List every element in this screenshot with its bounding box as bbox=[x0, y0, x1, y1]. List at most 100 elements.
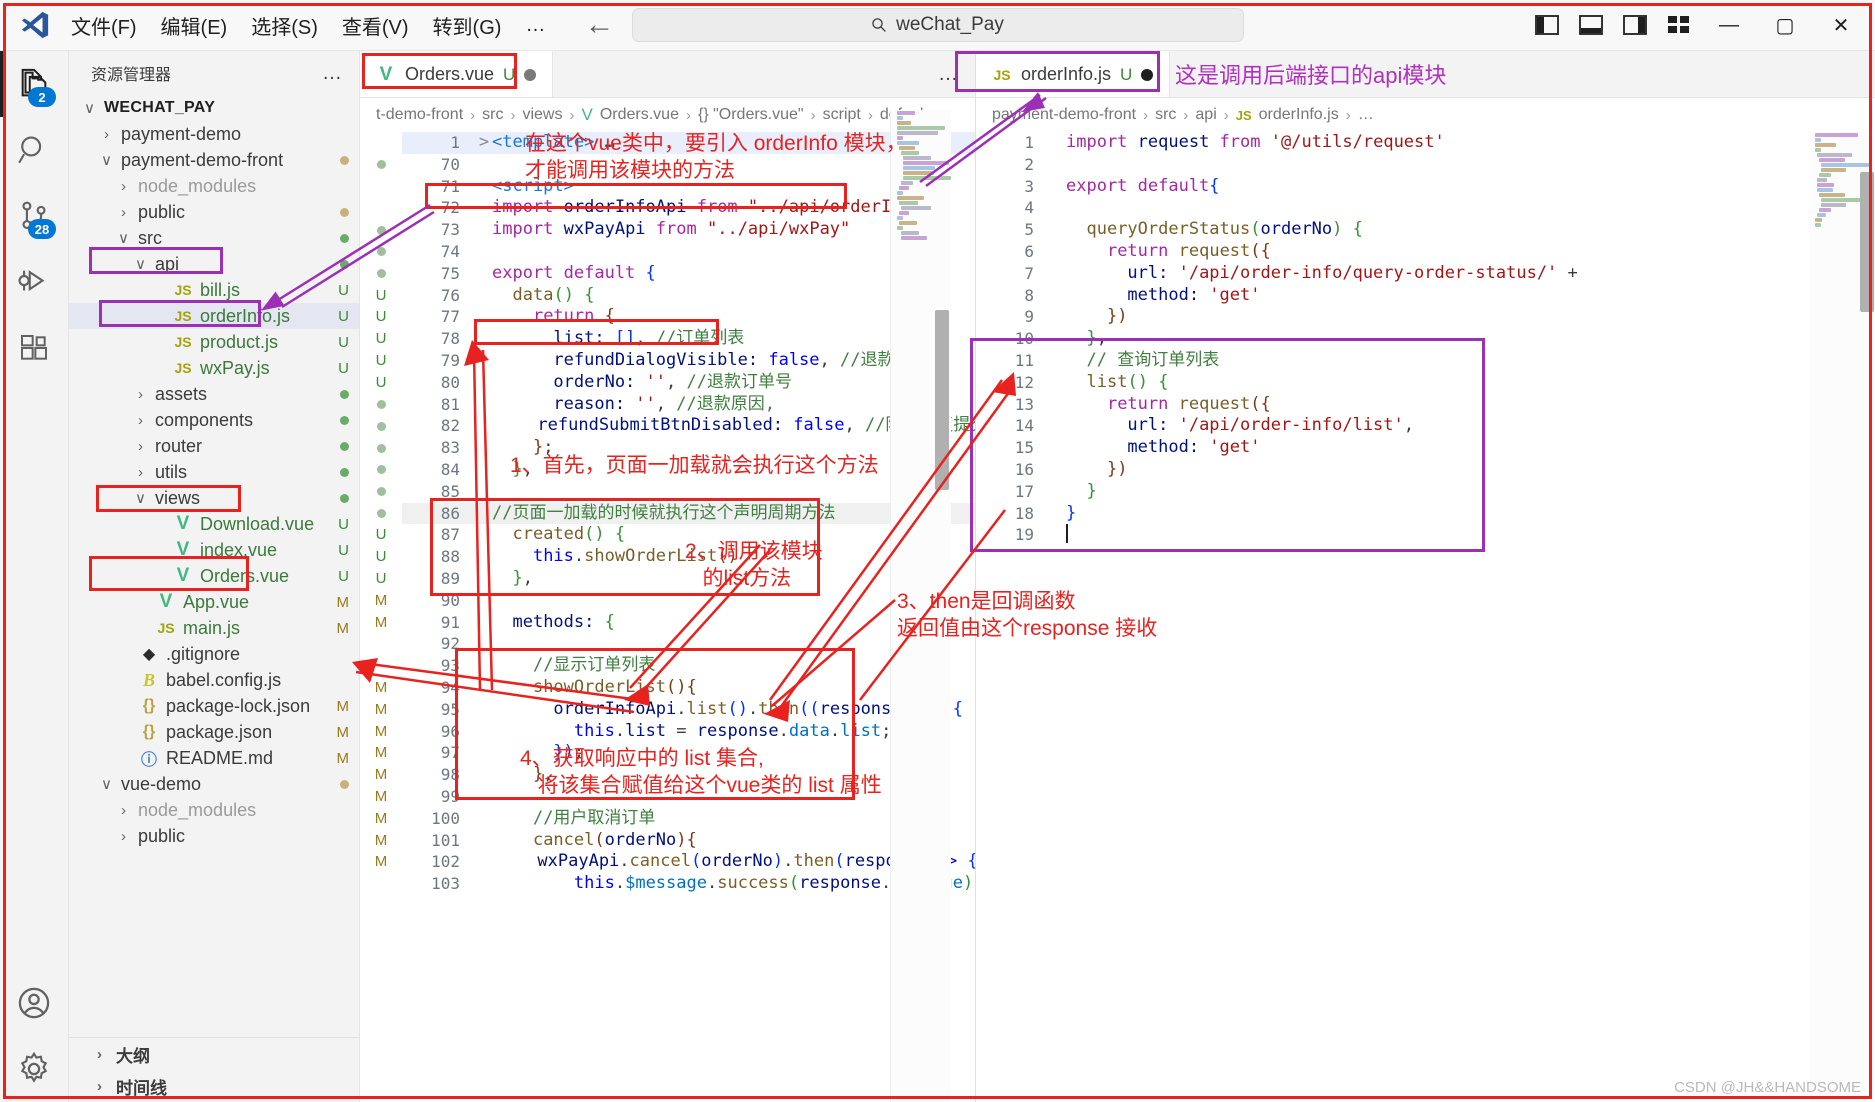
code-lines-right[interactable]: 1 import request from '@/utils/request' 2 3… bbox=[976, 132, 1875, 546]
breadcrumb-item[interactable]: api bbox=[1195, 106, 1216, 124]
tree-item-utils[interactable]: › utils bbox=[69, 459, 359, 485]
breadcrumb-item[interactable]: orderInfo.js bbox=[1259, 106, 1339, 124]
tree-item-product-js[interactable]: JS product.js U bbox=[69, 329, 359, 355]
tree-item-package-lock-json[interactable]: {} package-lock.json M bbox=[69, 693, 359, 719]
tree-item-node-modules[interactable]: › node_modules bbox=[69, 797, 359, 823]
activity-explorer[interactable]: 2 bbox=[0, 51, 68, 117]
tree-item--gitignore[interactable]: ◆ .gitignore bbox=[69, 641, 359, 667]
tab-orderinfo-js[interactable]: JS orderInfo.js U bbox=[976, 51, 1171, 97]
toggle-panel-icon[interactable] bbox=[1571, 6, 1611, 44]
tree-item-api[interactable]: ∨ api bbox=[69, 251, 359, 277]
code-line[interactable]: 18} bbox=[976, 503, 1875, 525]
tree-item-bill-js[interactable]: JS bill.js U bbox=[69, 277, 359, 303]
menu-view[interactable]: 查看(V) bbox=[331, 6, 420, 45]
code-line[interactable]: 19 bbox=[976, 524, 1875, 546]
breadcrumb-left[interactable]: t-demo-front › src › views › V Orders.vue › {} "O… bbox=[360, 98, 975, 132]
code-line[interactable]: 17 } bbox=[976, 481, 1875, 503]
activity-search[interactable] bbox=[0, 117, 68, 183]
tree-item-orders-vue[interactable]: V Orders.vue U bbox=[69, 563, 359, 589]
menu-file[interactable]: 文件(F) bbox=[60, 6, 148, 45]
tree-item-wechat-pay[interactable]: ∨ WECHAT_PAY bbox=[69, 95, 359, 121]
breadcrumb-right[interactable]: payment-demo-front › src › api › JS orderInfo.j… bbox=[976, 98, 1875, 132]
maximize-button[interactable]: ▢ bbox=[1759, 4, 1811, 46]
file-tree[interactable]: ∨ WECHAT_PAY › payment-demo ∨ payment-demo-fr… bbox=[69, 95, 359, 1037]
tab-orders-vue[interactable]: V Orders.vue U bbox=[360, 51, 554, 97]
tree-item-public[interactable]: › public bbox=[69, 199, 359, 225]
code-line[interactable]: 14 url: '/api/order-info/list', bbox=[976, 415, 1875, 437]
tree-item-views[interactable]: ∨ views bbox=[69, 485, 359, 511]
explorer-more-actions-icon[interactable]: … bbox=[322, 62, 343, 85]
code-line[interactable]: 13 return request({ bbox=[976, 394, 1875, 416]
menu-selection[interactable]: 选择(S) bbox=[240, 6, 329, 45]
breadcrumb-item[interactable]: views bbox=[522, 106, 562, 124]
tree-item-vue-demo[interactable]: ∨ vue-demo bbox=[69, 771, 359, 797]
editor-scrollbar-left[interactable] bbox=[935, 310, 949, 490]
tab-dirty-indicator[interactable] bbox=[524, 68, 537, 81]
activity-settings[interactable] bbox=[0, 1036, 68, 1102]
customize-layout-icon[interactable] bbox=[1659, 6, 1699, 44]
activity-extensions[interactable] bbox=[0, 315, 68, 381]
outline-section[interactable]: › 大纲 bbox=[69, 1038, 359, 1070]
fold-indicator[interactable]: > bbox=[476, 132, 492, 154]
breadcrumb-item[interactable]: t-demo-front bbox=[376, 106, 463, 124]
code-line[interactable]: 5 queryOrderStatus(orderNo) { bbox=[976, 219, 1875, 241]
breadcrumb-item[interactable]: script bbox=[823, 106, 861, 124]
tree-item-package-json[interactable]: {} package.json M bbox=[69, 719, 359, 745]
menu-go[interactable]: 转到(G) bbox=[422, 6, 513, 45]
code-line[interactable]: 3 export default{ bbox=[976, 176, 1875, 198]
activity-source-control[interactable]: 28 bbox=[0, 183, 68, 249]
code-area-left[interactable]: UUUUUUUUMMMMMMMMMMM 1 > <template> … 70 71 <s… bbox=[360, 132, 975, 1102]
menu-more[interactable]: … bbox=[514, 9, 556, 42]
code-line[interactable]: 4 bbox=[976, 197, 1875, 219]
activity-account[interactable] bbox=[0, 970, 68, 1036]
editor-more-actions-icon[interactable]: … bbox=[938, 63, 959, 86]
breadcrumb-item[interactable]: {} "Orders.vue" bbox=[698, 106, 804, 124]
code-line[interactable]: 1 import request from '@/utils/request' bbox=[976, 132, 1875, 154]
tree-item-public[interactable]: › public bbox=[69, 823, 359, 849]
tree-item-components[interactable]: › components bbox=[69, 407, 359, 433]
activity-run-debug[interactable] bbox=[0, 249, 68, 315]
editor-scrollbar-right[interactable] bbox=[1860, 172, 1874, 312]
tree-item-router[interactable]: › router bbox=[69, 433, 359, 459]
code-line[interactable]: 15 method: 'get' bbox=[976, 437, 1875, 459]
minimap-left[interactable] bbox=[890, 110, 951, 1102]
breadcrumb-item[interactable]: payment-demo-front bbox=[992, 106, 1136, 124]
tree-item-assets[interactable]: › assets bbox=[69, 381, 359, 407]
tree-item-orderinfo-js[interactable]: JS orderInfo.js U bbox=[69, 303, 359, 329]
code-area-right[interactable]: 1 import request from '@/utils/request' 2 3… bbox=[976, 132, 1875, 1102]
tree-item-download-vue[interactable]: V Download.vue U bbox=[69, 511, 359, 537]
code-line[interactable]: 16 }) bbox=[976, 459, 1875, 481]
back-arrow-icon[interactable]: ← bbox=[584, 10, 614, 40]
toggle-secondary-sidebar-icon[interactable] bbox=[1615, 6, 1655, 44]
tree-item-app-vue[interactable]: V App.vue M bbox=[69, 589, 359, 615]
code-line[interactable]: 8 method: 'get' bbox=[976, 285, 1875, 307]
code-line[interactable]: 7 url: '/api/order-info/query-order-stat… bbox=[976, 263, 1875, 285]
tree-item-babel-config-js[interactable]: Bbabel.config.js bbox=[69, 667, 359, 693]
tree-item-readme-md[interactable]: ⓘ README.md M bbox=[69, 745, 359, 771]
close-button[interactable]: ✕ bbox=[1815, 4, 1867, 46]
command-search-box[interactable]: weChat_Pay bbox=[631, 8, 1244, 42]
tree-item-node-modules[interactable]: › node_modules bbox=[69, 173, 359, 199]
tree-item-src[interactable]: ∨ src bbox=[69, 225, 359, 251]
timeline-section[interactable]: › 时间线 bbox=[69, 1070, 359, 1102]
toggle-primary-sidebar-icon[interactable] bbox=[1527, 6, 1567, 44]
code-line[interactable]: 9 }) bbox=[976, 306, 1875, 328]
breadcrumb-item[interactable]: Orders.vue bbox=[600, 106, 679, 124]
code-line[interactable]: 12 list() { bbox=[976, 372, 1875, 394]
tab-dirty-indicator[interactable] bbox=[1141, 68, 1154, 81]
breadcrumb-item[interactable]: src bbox=[1155, 106, 1176, 124]
code-line[interactable]: 11 // 查询订单列表 bbox=[976, 350, 1875, 372]
tree-item-payment-demo-front[interactable]: ∨ payment-demo-front bbox=[69, 147, 359, 173]
tree-item-index-vue[interactable]: Vindex.vue U bbox=[69, 537, 359, 563]
code-line[interactable]: 6 return request({ bbox=[976, 241, 1875, 263]
minimize-button[interactable]: — bbox=[1703, 4, 1755, 46]
minimap-right[interactable] bbox=[1809, 132, 1875, 1102]
tree-item-main-js[interactable]: JS main.js M bbox=[69, 615, 359, 641]
breadcrumb-item[interactable]: src bbox=[482, 106, 503, 124]
breadcrumb-item[interactable]: … bbox=[1358, 106, 1374, 124]
tree-item-payment-demo[interactable]: › payment-demo bbox=[69, 121, 359, 147]
code-line[interactable]: 2 bbox=[976, 154, 1875, 176]
menu-edit[interactable]: 编辑(E) bbox=[150, 6, 239, 45]
tree-item-wxpay-js[interactable]: JS wxPay.js U bbox=[69, 355, 359, 381]
code-line[interactable]: 10 }, bbox=[976, 328, 1875, 350]
